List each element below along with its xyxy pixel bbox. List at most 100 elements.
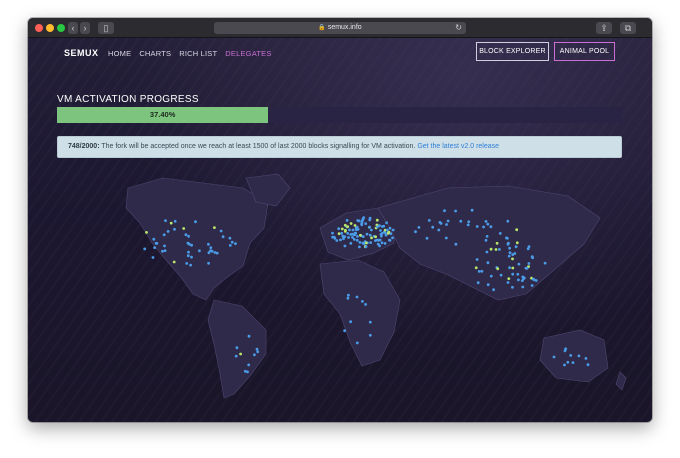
reload-icon[interactable]: ↻ bbox=[455, 22, 462, 34]
fork-info-alert: 748/2000: The fork will be accepted once… bbox=[57, 136, 622, 158]
tabs-icon[interactable]: ⧉ bbox=[620, 22, 636, 34]
node-marker bbox=[361, 300, 364, 303]
node-marker bbox=[153, 246, 156, 250]
node-marker bbox=[498, 248, 501, 251]
africa bbox=[319, 259, 401, 367]
sidebar-icon[interactable]: ▯ bbox=[98, 22, 114, 34]
node-marker bbox=[368, 218, 372, 222]
node-marker bbox=[517, 278, 520, 282]
node-marker bbox=[368, 225, 371, 229]
node-marker bbox=[484, 238, 488, 242]
node-marker bbox=[187, 234, 191, 238]
node-marker bbox=[356, 235, 359, 238]
node-marker bbox=[379, 229, 382, 232]
node-marker bbox=[234, 242, 237, 246]
node-marker bbox=[522, 276, 526, 280]
node-marker bbox=[351, 228, 355, 232]
node-marker bbox=[446, 219, 450, 223]
chevron-right-icon[interactable]: › bbox=[80, 22, 90, 34]
signalling-node-marker bbox=[145, 231, 148, 234]
node-marker bbox=[470, 208, 474, 212]
node-marker bbox=[333, 236, 337, 240]
node-marker bbox=[190, 243, 194, 247]
signalling-count: 748/2000: bbox=[68, 143, 100, 150]
nav-rich-list[interactable]: RICH LIST bbox=[179, 49, 217, 58]
signalling-node-marker bbox=[346, 225, 350, 229]
lock-icon: 🔒 bbox=[318, 25, 326, 31]
node-marker bbox=[247, 334, 251, 338]
node-marker bbox=[198, 249, 201, 253]
block-explorer-button[interactable]: BLOCK EXPLORER bbox=[476, 42, 549, 61]
node-marker bbox=[391, 228, 395, 232]
close-window-button[interactable] bbox=[35, 24, 43, 32]
continents bbox=[125, 173, 627, 399]
alert-message: The fork will be accepted once we reach … bbox=[99, 143, 418, 150]
share-icon[interactable]: ⇪ bbox=[596, 22, 612, 34]
signalling-node-marker bbox=[515, 241, 519, 245]
node-marker bbox=[173, 227, 176, 231]
vm-activation-progress-bar: 37.40% bbox=[57, 107, 622, 123]
node-marker bbox=[355, 225, 359, 229]
chevron-left-icon[interactable]: ‹ bbox=[68, 22, 78, 34]
node-marker bbox=[221, 235, 225, 239]
node-marker bbox=[480, 269, 484, 273]
browser-window: ‹ › ▯ 🔒 semux.info ↻ ⇪ ⧉ SEMUX HOME CHAR… bbox=[28, 18, 652, 422]
node-marker bbox=[189, 263, 193, 267]
node-marker bbox=[215, 251, 219, 255]
signalling-node-marker bbox=[515, 228, 519, 232]
signalling-node-marker bbox=[169, 221, 173, 225]
node-marker bbox=[246, 370, 249, 374]
node-marker bbox=[476, 281, 480, 285]
progress-fill: 37.40% bbox=[57, 107, 269, 123]
node-marker bbox=[380, 232, 384, 235]
node-marker bbox=[388, 226, 392, 230]
node-marker bbox=[163, 249, 167, 253]
node-marker bbox=[385, 228, 389, 232]
signalling-node-marker bbox=[511, 266, 515, 270]
page-content: SEMUX HOME CHARTS RICH LIST DELEGATES BL… bbox=[28, 38, 652, 422]
node-marker bbox=[360, 220, 364, 223]
signalling-node-marker bbox=[489, 247, 493, 251]
node-marker bbox=[234, 354, 238, 358]
release-link[interactable]: Get the latest v2.0 release bbox=[417, 143, 499, 150]
node-marker bbox=[369, 241, 373, 245]
nav-charts[interactable]: CHARTS bbox=[139, 49, 171, 58]
node-marker bbox=[219, 229, 223, 233]
node-marker bbox=[347, 293, 350, 297]
node-marker bbox=[514, 245, 518, 249]
node-marker bbox=[163, 244, 166, 248]
animal-pool-button[interactable]: ANIMAL POOL bbox=[554, 42, 615, 61]
node-marker bbox=[353, 233, 357, 237]
node-marker bbox=[439, 222, 443, 225]
node-marker bbox=[228, 244, 232, 247]
semux-logo[interactable]: SEMUX bbox=[64, 48, 99, 58]
node-marker bbox=[467, 220, 471, 224]
nav-delegates[interactable]: DELEGATES bbox=[225, 49, 271, 58]
node-marker bbox=[517, 262, 521, 266]
signalling-node-marker bbox=[495, 241, 499, 245]
node-marker bbox=[454, 209, 457, 213]
node-marker bbox=[508, 246, 511, 250]
address-bar[interactable]: 🔒 semux.info ↻ bbox=[214, 22, 466, 34]
nav-home[interactable]: HOME bbox=[108, 49, 131, 58]
node-marker bbox=[525, 266, 529, 270]
node-marker bbox=[484, 220, 488, 223]
node-marker bbox=[375, 225, 379, 229]
node-marker bbox=[152, 237, 156, 241]
node-marker bbox=[253, 353, 256, 357]
node-marker bbox=[364, 245, 368, 249]
signalling-node-marker bbox=[507, 277, 511, 280]
node-marker bbox=[475, 258, 479, 261]
node-marker bbox=[499, 273, 503, 277]
node-marker bbox=[584, 357, 588, 360]
node-marker bbox=[368, 333, 372, 337]
minimize-window-button[interactable] bbox=[46, 24, 54, 32]
node-marker bbox=[143, 247, 147, 251]
node-marker bbox=[563, 363, 566, 367]
node-marker bbox=[437, 228, 441, 232]
node-marker bbox=[346, 232, 350, 235]
node-marker bbox=[530, 284, 534, 287]
node-marker bbox=[335, 239, 339, 242]
node-marker bbox=[485, 235, 489, 238]
maximize-window-button[interactable] bbox=[57, 24, 65, 32]
